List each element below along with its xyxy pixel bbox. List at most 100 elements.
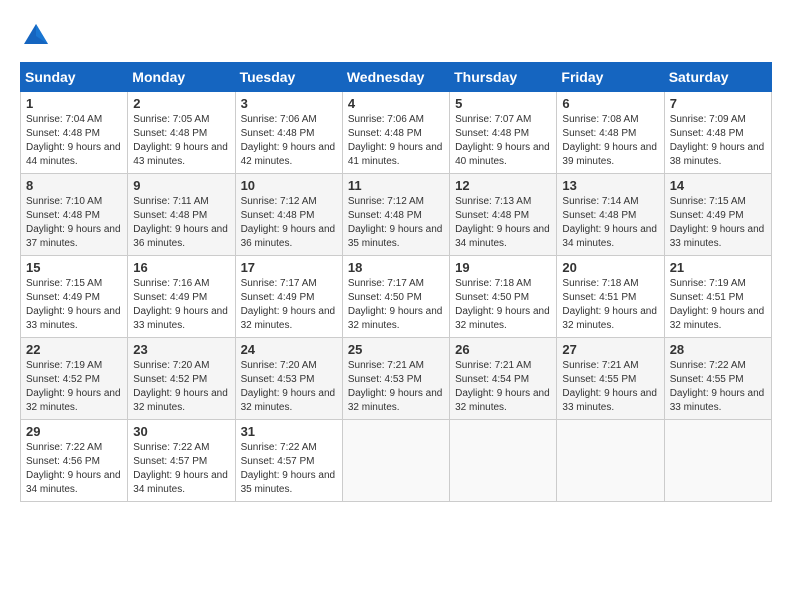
cell-content: Sunrise: 7:11 AM Sunset: 4:48 PM Dayligh… — [133, 195, 229, 251]
calendar-cell: 11 Sunrise: 7:12 AM Sunset: 4:48 PM Dayl… — [342, 174, 449, 256]
day-number: 28 — [670, 342, 766, 357]
calendar-cell: 24 Sunrise: 7:20 AM Sunset: 4:53 PM Dayl… — [235, 338, 342, 420]
cell-content: Sunrise: 7:15 AM Sunset: 4:49 PM Dayligh… — [670, 195, 766, 251]
calendar-cell: 18 Sunrise: 7:17 AM Sunset: 4:50 PM Dayl… — [342, 256, 449, 338]
calendar-cell — [664, 420, 771, 502]
day-number: 19 — [455, 260, 551, 275]
calendar-cell: 16 Sunrise: 7:16 AM Sunset: 4:49 PM Dayl… — [128, 256, 235, 338]
header-saturday: Saturday — [664, 63, 771, 92]
cell-content: Sunrise: 7:06 AM Sunset: 4:48 PM Dayligh… — [348, 113, 444, 169]
cell-content: Sunrise: 7:19 AM Sunset: 4:51 PM Dayligh… — [670, 277, 766, 333]
calendar-cell — [450, 420, 557, 502]
day-number: 15 — [26, 260, 122, 275]
day-number: 8 — [26, 178, 122, 193]
day-number: 1 — [26, 96, 122, 111]
calendar-cell: 5 Sunrise: 7:07 AM Sunset: 4:48 PM Dayli… — [450, 92, 557, 174]
calendar-cell: 26 Sunrise: 7:21 AM Sunset: 4:54 PM Dayl… — [450, 338, 557, 420]
cell-content: Sunrise: 7:13 AM Sunset: 4:48 PM Dayligh… — [455, 195, 551, 251]
calendar-cell: 10 Sunrise: 7:12 AM Sunset: 4:48 PM Dayl… — [235, 174, 342, 256]
day-number: 29 — [26, 424, 122, 439]
calendar-cell: 19 Sunrise: 7:18 AM Sunset: 4:50 PM Dayl… — [450, 256, 557, 338]
week-row-1: 1 Sunrise: 7:04 AM Sunset: 4:48 PM Dayli… — [21, 92, 772, 174]
header-monday: Monday — [128, 63, 235, 92]
day-number: 4 — [348, 96, 444, 111]
cell-content: Sunrise: 7:06 AM Sunset: 4:48 PM Dayligh… — [241, 113, 337, 169]
cell-content: Sunrise: 7:12 AM Sunset: 4:48 PM Dayligh… — [241, 195, 337, 251]
calendar-cell: 13 Sunrise: 7:14 AM Sunset: 4:48 PM Dayl… — [557, 174, 664, 256]
calendar-cell: 17 Sunrise: 7:17 AM Sunset: 4:49 PM Dayl… — [235, 256, 342, 338]
cell-content: Sunrise: 7:04 AM Sunset: 4:48 PM Dayligh… — [26, 113, 122, 169]
calendar-cell: 6 Sunrise: 7:08 AM Sunset: 4:48 PM Dayli… — [557, 92, 664, 174]
calendar-cell: 31 Sunrise: 7:22 AM Sunset: 4:57 PM Dayl… — [235, 420, 342, 502]
day-number: 18 — [348, 260, 444, 275]
day-number: 16 — [133, 260, 229, 275]
day-number: 23 — [133, 342, 229, 357]
cell-content: Sunrise: 7:21 AM Sunset: 4:55 PM Dayligh… — [562, 359, 658, 415]
calendar-cell: 23 Sunrise: 7:20 AM Sunset: 4:52 PM Dayl… — [128, 338, 235, 420]
cell-content: Sunrise: 7:09 AM Sunset: 4:48 PM Dayligh… — [670, 113, 766, 169]
cell-content: Sunrise: 7:18 AM Sunset: 4:51 PM Dayligh… — [562, 277, 658, 333]
calendar-cell: 22 Sunrise: 7:19 AM Sunset: 4:52 PM Dayl… — [21, 338, 128, 420]
header-friday: Friday — [557, 63, 664, 92]
day-number: 31 — [241, 424, 337, 439]
day-number: 21 — [670, 260, 766, 275]
cell-content: Sunrise: 7:22 AM Sunset: 4:55 PM Dayligh… — [670, 359, 766, 415]
day-number: 13 — [562, 178, 658, 193]
calendar-cell: 4 Sunrise: 7:06 AM Sunset: 4:48 PM Dayli… — [342, 92, 449, 174]
calendar-cell — [342, 420, 449, 502]
header-wednesday: Wednesday — [342, 63, 449, 92]
cell-content: Sunrise: 7:19 AM Sunset: 4:52 PM Dayligh… — [26, 359, 122, 415]
week-row-2: 8 Sunrise: 7:10 AM Sunset: 4:48 PM Dayli… — [21, 174, 772, 256]
cell-content: Sunrise: 7:22 AM Sunset: 4:56 PM Dayligh… — [26, 441, 122, 497]
cell-content: Sunrise: 7:05 AM Sunset: 4:48 PM Dayligh… — [133, 113, 229, 169]
calendar-cell: 30 Sunrise: 7:22 AM Sunset: 4:57 PM Dayl… — [128, 420, 235, 502]
day-number: 2 — [133, 96, 229, 111]
calendar-cell: 28 Sunrise: 7:22 AM Sunset: 4:55 PM Dayl… — [664, 338, 771, 420]
day-number: 26 — [455, 342, 551, 357]
logo — [20, 20, 56, 52]
header-tuesday: Tuesday — [235, 63, 342, 92]
day-number: 5 — [455, 96, 551, 111]
day-number: 6 — [562, 96, 658, 111]
calendar-cell: 15 Sunrise: 7:15 AM Sunset: 4:49 PM Dayl… — [21, 256, 128, 338]
calendar-cell: 2 Sunrise: 7:05 AM Sunset: 4:48 PM Dayli… — [128, 92, 235, 174]
page-header — [20, 20, 772, 52]
header-thursday: Thursday — [450, 63, 557, 92]
calendar-cell: 1 Sunrise: 7:04 AM Sunset: 4:48 PM Dayli… — [21, 92, 128, 174]
calendar-cell: 7 Sunrise: 7:09 AM Sunset: 4:48 PM Dayli… — [664, 92, 771, 174]
cell-content: Sunrise: 7:21 AM Sunset: 4:53 PM Dayligh… — [348, 359, 444, 415]
week-row-5: 29 Sunrise: 7:22 AM Sunset: 4:56 PM Dayl… — [21, 420, 772, 502]
logo-icon — [20, 20, 52, 52]
cell-content: Sunrise: 7:20 AM Sunset: 4:53 PM Dayligh… — [241, 359, 337, 415]
day-number: 25 — [348, 342, 444, 357]
calendar-cell: 27 Sunrise: 7:21 AM Sunset: 4:55 PM Dayl… — [557, 338, 664, 420]
cell-content: Sunrise: 7:12 AM Sunset: 4:48 PM Dayligh… — [348, 195, 444, 251]
header-sunday: Sunday — [21, 63, 128, 92]
cell-content: Sunrise: 7:10 AM Sunset: 4:48 PM Dayligh… — [26, 195, 122, 251]
day-number: 9 — [133, 178, 229, 193]
day-number: 10 — [241, 178, 337, 193]
cell-content: Sunrise: 7:21 AM Sunset: 4:54 PM Dayligh… — [455, 359, 551, 415]
cell-content: Sunrise: 7:22 AM Sunset: 4:57 PM Dayligh… — [133, 441, 229, 497]
calendar-cell: 12 Sunrise: 7:13 AM Sunset: 4:48 PM Dayl… — [450, 174, 557, 256]
day-number: 30 — [133, 424, 229, 439]
day-number: 14 — [670, 178, 766, 193]
week-row-3: 15 Sunrise: 7:15 AM Sunset: 4:49 PM Dayl… — [21, 256, 772, 338]
calendar-cell: 25 Sunrise: 7:21 AM Sunset: 4:53 PM Dayl… — [342, 338, 449, 420]
day-number: 22 — [26, 342, 122, 357]
day-number: 20 — [562, 260, 658, 275]
calendar-cell: 21 Sunrise: 7:19 AM Sunset: 4:51 PM Dayl… — [664, 256, 771, 338]
calendar-cell: 14 Sunrise: 7:15 AM Sunset: 4:49 PM Dayl… — [664, 174, 771, 256]
calendar-table: SundayMondayTuesdayWednesdayThursdayFrid… — [20, 62, 772, 502]
calendar-cell: 3 Sunrise: 7:06 AM Sunset: 4:48 PM Dayli… — [235, 92, 342, 174]
day-number: 11 — [348, 178, 444, 193]
day-number: 24 — [241, 342, 337, 357]
cell-content: Sunrise: 7:08 AM Sunset: 4:48 PM Dayligh… — [562, 113, 658, 169]
cell-content: Sunrise: 7:14 AM Sunset: 4:48 PM Dayligh… — [562, 195, 658, 251]
calendar-cell: 20 Sunrise: 7:18 AM Sunset: 4:51 PM Dayl… — [557, 256, 664, 338]
cell-content: Sunrise: 7:15 AM Sunset: 4:49 PM Dayligh… — [26, 277, 122, 333]
header-row: SundayMondayTuesdayWednesdayThursdayFrid… — [21, 63, 772, 92]
day-number: 17 — [241, 260, 337, 275]
week-row-4: 22 Sunrise: 7:19 AM Sunset: 4:52 PM Dayl… — [21, 338, 772, 420]
cell-content: Sunrise: 7:07 AM Sunset: 4:48 PM Dayligh… — [455, 113, 551, 169]
